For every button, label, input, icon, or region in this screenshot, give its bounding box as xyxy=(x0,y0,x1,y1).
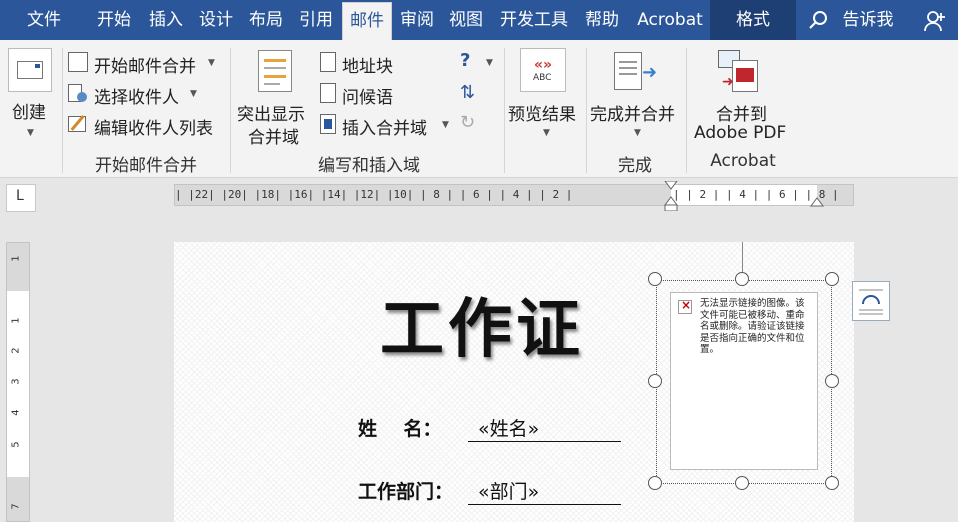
highlight-merge-fields-line1[interactable]: 突出显示 xyxy=(237,100,305,125)
create-dropdown-icon[interactable]: ▼ xyxy=(27,128,34,138)
update-labels-icon[interactable]: ↻ xyxy=(460,112,484,136)
broken-image-icon: × xyxy=(678,298,692,314)
rules-dropdown-icon[interactable]: ▼ xyxy=(486,58,493,68)
tab-review[interactable]: 审阅 xyxy=(395,0,439,40)
highlight-merge-fields-line2[interactable]: 合并域 xyxy=(248,123,299,148)
vruler-number: 7 xyxy=(10,503,22,510)
create-envelope-icon[interactable] xyxy=(8,48,52,92)
tell-me-search[interactable]: 告诉我 xyxy=(836,0,900,40)
tab-format[interactable]: 格式 xyxy=(710,0,796,40)
acrobat-group-label: Acrobat xyxy=(710,151,776,171)
vruler-number: 3 xyxy=(10,378,22,385)
write-insert-group-label: 编写和插入域 xyxy=(318,156,420,176)
finish-arrow-icon: ➜ xyxy=(642,62,658,83)
resize-handle-bottom-right[interactable] xyxy=(825,476,839,490)
tab-design[interactable]: 设计 xyxy=(194,0,238,40)
match-fields-icon[interactable]: ⇅ xyxy=(460,82,484,106)
merge-to-pdf-line2[interactable]: Adobe PDF xyxy=(694,123,786,143)
group-separator xyxy=(586,48,587,173)
merge-to-pdf-icon: ➜ xyxy=(718,50,762,94)
insert-merge-field-icon xyxy=(320,114,336,134)
finish-merge-button[interactable]: 完成并合并 xyxy=(590,100,675,125)
insert-merge-field-button[interactable]: 插入合并域 xyxy=(342,114,427,139)
finish-merge-dropdown-icon[interactable]: ▼ xyxy=(634,128,641,138)
address-block-button[interactable]: 地址块 xyxy=(342,52,393,77)
tab-stop-selector[interactable]: L xyxy=(6,184,36,212)
right-indent-marker-icon[interactable] xyxy=(810,197,824,207)
layout-options-button[interactable] xyxy=(852,281,890,321)
resize-handle-left[interactable] xyxy=(648,374,662,388)
search-icon[interactable] xyxy=(808,10,828,30)
layout-options-icon xyxy=(859,289,883,315)
tab-help[interactable]: 帮助 xyxy=(580,0,624,40)
preview-results-icon: «» ABC xyxy=(520,48,566,92)
field-label-department[interactable]: 工作部门： xyxy=(358,477,453,504)
preview-results-dropdown-icon[interactable]: ▼ xyxy=(543,128,550,138)
preview-results-button[interactable]: 预览结果 xyxy=(508,100,576,125)
group-separator xyxy=(62,48,63,173)
ruler-left-ticks: | |22| |20| |18| |16| |14| |12| |10| | 8… xyxy=(175,188,573,201)
share-user-icon[interactable] xyxy=(924,10,946,32)
start-merge-group-label: 开始邮件合并 xyxy=(95,156,197,176)
group-separator xyxy=(230,48,231,173)
select-recipients-dropdown-icon[interactable]: ▼ xyxy=(190,89,197,99)
document-title[interactable]: 工作证 xyxy=(380,278,584,370)
vruler-number: 1 xyxy=(10,317,22,324)
tab-home[interactable]: 开始 xyxy=(92,0,136,40)
group-separator xyxy=(504,48,505,173)
edit-recipient-list-icon xyxy=(68,114,88,134)
resize-handle-top[interactable] xyxy=(735,272,749,286)
tab-mailings[interactable]: 邮件 xyxy=(342,2,392,40)
tab-references[interactable]: 引用 xyxy=(294,0,338,40)
broken-image-message: 无法显示链接的图像。该文件可能已被移动、重命名或删除。请验证该链接是否指向正确的… xyxy=(700,298,805,355)
create-button[interactable]: 创建 xyxy=(12,98,46,123)
vruler-number: 2 xyxy=(10,347,22,354)
edit-recipient-list-button[interactable]: 编辑收件人列表 xyxy=(94,114,213,139)
resize-handle-top-right[interactable] xyxy=(825,272,839,286)
tab-developer[interactable]: 开发工具 xyxy=(494,0,574,40)
finish-merge-icon xyxy=(614,52,642,90)
select-recipients-button[interactable]: 选择收件人 xyxy=(94,83,179,108)
finish-group-label: 完成 xyxy=(618,156,652,176)
start-merge-icon xyxy=(68,52,88,72)
merge-to-pdf-line1[interactable]: 合并到 xyxy=(716,100,767,125)
resize-handle-bottom-left[interactable] xyxy=(648,476,662,490)
start-mail-merge-button[interactable]: 开始邮件合并 xyxy=(94,52,196,77)
rules-icon[interactable]: ? xyxy=(460,50,484,74)
indent-marker-icon[interactable] xyxy=(663,181,679,211)
group-separator xyxy=(686,48,687,173)
tab-view[interactable]: 视图 xyxy=(444,0,488,40)
vruler-number: 4 xyxy=(10,409,22,416)
merge-field-name[interactable]: «姓名» xyxy=(468,414,621,442)
tab-insert[interactable]: 插入 xyxy=(144,0,188,40)
address-block-icon xyxy=(320,52,336,72)
ribbon-tab-bar: 文件 开始 插入 设计 布局 引用 邮件 审阅 视图 开发工具 帮助 Acrob… xyxy=(0,0,958,40)
merge-field-department[interactable]: «部门» xyxy=(468,477,621,505)
vertical-ruler[interactable]: 1 1 2 3 4 5 7 xyxy=(6,242,30,522)
field-label-name[interactable]: 姓 名： xyxy=(358,414,441,441)
tab-layout[interactable]: 布局 xyxy=(244,0,288,40)
tab-acrobat[interactable]: Acrobat xyxy=(630,0,710,40)
vruler-number: 5 xyxy=(10,441,22,448)
insert-merge-field-dropdown-icon[interactable]: ▼ xyxy=(442,120,449,130)
greeting-line-icon xyxy=(320,83,336,103)
horizontal-ruler[interactable]: | |22| |20| |18| |16| |14| |12| |10| | 8… xyxy=(174,181,854,211)
anchor-connector xyxy=(742,242,743,272)
resize-handle-right[interactable] xyxy=(825,374,839,388)
greeting-line-button[interactable]: 问候语 xyxy=(342,83,393,108)
select-recipients-icon xyxy=(68,84,88,104)
resize-handle-top-left[interactable] xyxy=(648,272,662,286)
start-merge-dropdown-icon[interactable]: ▼ xyxy=(208,58,215,68)
highlight-fields-icon xyxy=(258,50,292,92)
vruler-number: 1 xyxy=(10,255,22,262)
tab-file[interactable]: 文件 xyxy=(18,0,70,40)
resize-handle-bottom[interactable] xyxy=(735,476,749,490)
